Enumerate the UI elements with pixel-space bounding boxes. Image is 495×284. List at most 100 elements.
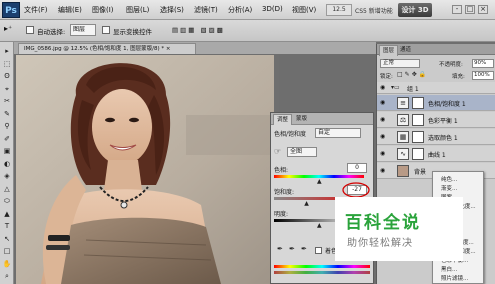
adjustment-type-label: 色相/饱和度: [274, 131, 307, 138]
layers-tabs: 图层 通道: [377, 44, 495, 56]
hue-slider-handle[interactable]: ▲: [317, 178, 322, 185]
tool-12-icon[interactable]: ⬭: [1, 196, 13, 206]
layer-thumbnail: ≡: [397, 97, 409, 109]
tool-3-icon[interactable]: ⌖: [1, 84, 13, 94]
tab-layers[interactable]: 图层: [379, 45, 399, 56]
blend-mode-dropdown[interactable]: 正常: [380, 59, 420, 68]
maximize-icon[interactable]: □: [465, 5, 475, 14]
hue-value-input[interactable]: 0: [347, 163, 367, 173]
layer-row[interactable]: ◉ ⚖ 色彩平衡 1: [377, 112, 495, 128]
menu-select[interactable]: 选择(S): [160, 5, 184, 15]
menu-bar: Ps 文件(F) 编辑(E) 图像(I) 图层(L) 选择(S) 滤镜(T) 分…: [0, 0, 495, 20]
layer-name: 色相/饱和度 1: [428, 101, 466, 108]
tool-18-icon[interactable]: ⌕: [1, 271, 13, 281]
show-transform-checkbox[interactable]: [102, 26, 110, 34]
target-adjust-icon[interactable]: ☞: [274, 147, 281, 156]
eye-icon[interactable]: ◉: [380, 84, 387, 91]
tool-2-icon[interactable]: ʘ: [1, 71, 13, 81]
adjustments-tabs: 调整 蒙版: [271, 113, 373, 125]
zoom-level[interactable]: 12.5: [326, 4, 352, 16]
menu-filter[interactable]: 滤镜(T): [194, 5, 218, 15]
layer-mask-thumbnail: [412, 114, 424, 126]
menu-item[interactable]: 黑白...: [441, 265, 457, 273]
opacity-input[interactable]: 90%: [472, 59, 494, 68]
layer-name: 背景: [414, 169, 427, 176]
layer-mask-thumbnail: [412, 148, 424, 160]
tool-0-icon[interactable]: ▸: [1, 46, 13, 56]
minimize-icon[interactable]: -: [452, 5, 462, 14]
tool-13-icon[interactable]: ▲: [1, 209, 13, 219]
colorize-checkbox[interactable]: [315, 247, 322, 254]
group-name: 组 1: [407, 86, 419, 93]
options-bar: ▸⁺ 自动选择: 图层 显示变换控件 ▤▥▦ ▧▨▩: [0, 20, 495, 42]
eye-icon[interactable]: ◉: [380, 99, 387, 106]
workspace-button[interactable]: 设计 3D: [398, 3, 432, 17]
tool-9-icon[interactable]: ◐: [1, 159, 13, 169]
menu-item[interactable]: 渐变...: [441, 184, 457, 192]
photoshop-logo: Ps: [2, 2, 20, 18]
tool-5-icon[interactable]: ✎: [1, 109, 13, 119]
document-tab[interactable]: IMG_0586.jpg @ 12.5% (色相/饱和度 1, 图层蒙版/8) …: [18, 43, 196, 54]
align-icons[interactable]: ▤▥▦ ▧▨▩: [172, 26, 225, 34]
eye-icon[interactable]: ◉: [380, 150, 387, 157]
menu-edit[interactable]: 编辑(E): [58, 5, 82, 15]
menu-item[interactable]: 纯色...: [441, 175, 457, 183]
tool-6-icon[interactable]: ⚲: [1, 121, 13, 131]
lock-icons[interactable]: □✎✥🔒: [397, 71, 428, 78]
tool-10-icon[interactable]: ◈: [1, 171, 13, 181]
menu-3d[interactable]: 3D(D): [262, 5, 283, 13]
tool-16-icon[interactable]: □: [1, 246, 13, 256]
document-tab-bar: IMG_0586.jpg @ 12.5% (色相/饱和度 1, 图层蒙版/8) …: [14, 42, 376, 54]
layer-thumbnail: ▦: [397, 131, 409, 143]
menu-image[interactable]: 图像(I): [92, 5, 114, 15]
eyedropper-minus-icon[interactable]: ✒: [301, 245, 307, 253]
tool-11-icon[interactable]: △: [1, 184, 13, 194]
lightness-slider-handle[interactable]: ▲: [317, 222, 322, 229]
tool-14-icon[interactable]: T: [1, 221, 13, 231]
menu-analysis[interactable]: 分析(A): [228, 5, 252, 15]
eye-icon[interactable]: ◉: [380, 167, 387, 174]
layer-row[interactable]: ◉ ▦ 选取颜色 1: [377, 129, 495, 145]
tab-masks[interactable]: 蒙版: [293, 114, 310, 125]
tab-adjustments[interactable]: 调整: [273, 114, 293, 125]
auto-select-label: 自动选择:: [37, 28, 66, 36]
eye-icon[interactable]: ◉: [380, 133, 387, 140]
tool-8-icon[interactable]: ▣: [1, 146, 13, 156]
baike-watermark: 百科全说 助你轻松解决: [335, 197, 463, 261]
lock-label: 锁定:: [380, 74, 393, 80]
close-icon[interactable]: ×: [478, 5, 488, 14]
tool-4-icon[interactable]: ✂: [1, 96, 13, 106]
layer-name: 曲线 1: [428, 152, 446, 159]
menu-item[interactable]: 照片滤镜...: [441, 274, 468, 282]
tool-1-icon[interactable]: ⬚: [1, 59, 13, 69]
layer-mask-thumbnail: [412, 97, 424, 109]
menu-view[interactable]: 视图(V): [292, 5, 316, 15]
fill-label: 填充:: [452, 74, 465, 80]
tool-15-icon[interactable]: ↖: [1, 234, 13, 244]
layer-name: 选取颜色 1: [428, 135, 458, 142]
menu-layer[interactable]: 图层(L): [126, 5, 149, 15]
preset-dropdown[interactable]: 自定: [315, 128, 361, 138]
saturation-slider-handle[interactable]: ▲: [304, 200, 309, 207]
menu-file[interactable]: 文件(F): [24, 5, 48, 15]
tool-17-icon[interactable]: ✋: [1, 259, 13, 269]
eyedropper-plus-icon[interactable]: ✒: [289, 245, 295, 253]
layer-row[interactable]: ◉ ∿ 曲线 1: [377, 146, 495, 162]
lightness-label: 明度:: [274, 211, 289, 218]
toolbox: ▸ ⬚ ʘ ⌖ ✂ ✎ ⚲ ✐ ▣ ◐ ◈ △ ⬭ ▲ T ↖ □ ✋ ⌕: [0, 42, 14, 284]
auto-select-dropdown[interactable]: 图层: [70, 24, 96, 36]
watermark-subtitle: 助你轻松解决: [347, 238, 413, 249]
eye-icon[interactable]: ◉: [380, 116, 387, 123]
tab-channels[interactable]: 通道: [397, 45, 414, 56]
eyedropper-icon[interactable]: ✒: [277, 245, 283, 253]
opacity-label: 不透明度:: [439, 62, 463, 68]
channel-dropdown[interactable]: 全图: [287, 147, 317, 157]
layer-row[interactable]: ◉ ≡ 色相/饱和度 1: [377, 95, 495, 111]
tool-7-icon[interactable]: ✐: [1, 134, 13, 144]
fill-input[interactable]: 100%: [472, 71, 494, 80]
image-canvas[interactable]: [16, 55, 274, 284]
move-tool-icon[interactable]: ▸⁺: [4, 24, 12, 33]
auto-select-checkbox[interactable]: [26, 26, 34, 34]
layer-group-row[interactable]: ◉ ▾▭ 组 1: [377, 82, 495, 94]
cs5-new-features-link[interactable]: CS5 新增功能: [355, 6, 393, 15]
